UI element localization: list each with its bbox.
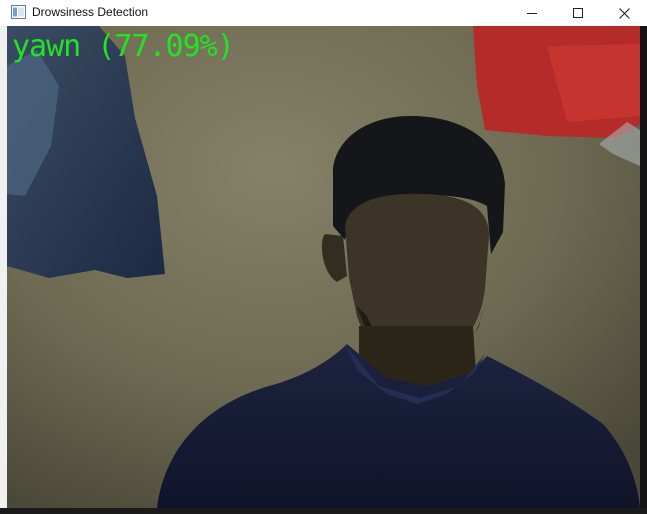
minimize-icon xyxy=(527,13,537,14)
app-window: Drowsiness Detection yawn (77.09%) xyxy=(0,0,647,514)
close-icon xyxy=(618,7,630,19)
window-left-border xyxy=(0,26,7,514)
title-bar[interactable]: Drowsiness Detection xyxy=(0,0,647,26)
video-frame-area: yawn (77.09%) xyxy=(7,26,640,508)
window-right-border xyxy=(640,26,647,514)
maximize-button[interactable] xyxy=(555,0,601,26)
webcam-frame xyxy=(7,26,640,508)
window-bottom-border xyxy=(0,508,647,514)
window-title: Drowsiness Detection xyxy=(32,5,149,19)
maximize-icon xyxy=(573,8,583,18)
detection-label: yawn (77.09%) xyxy=(12,29,235,64)
minimize-button[interactable] xyxy=(509,0,555,26)
app-icon xyxy=(11,5,26,19)
close-button[interactable] xyxy=(601,0,647,26)
